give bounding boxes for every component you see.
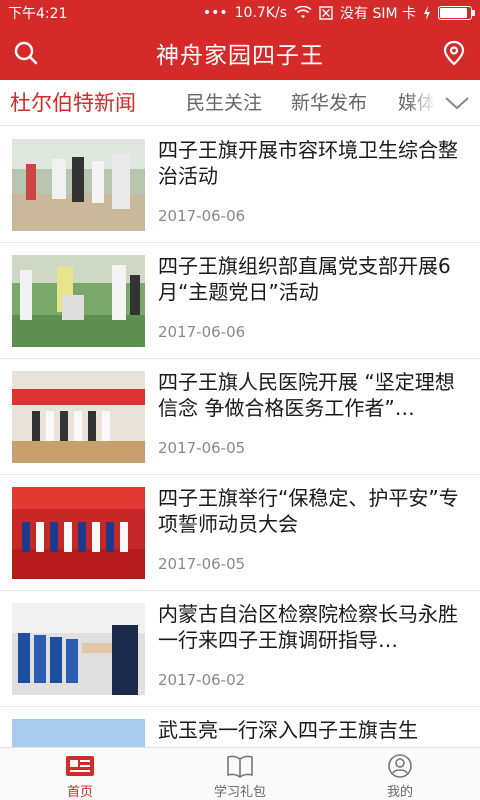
battery-level [440, 8, 467, 18]
location-pin-icon[interactable] [440, 39, 468, 67]
nav-profile[interactable]: 我的 [320, 748, 480, 800]
more-tabs-button[interactable] [434, 80, 480, 125]
news-date: 2017-06-05 [158, 439, 246, 457]
news-item[interactable]: 四子王旗组织部直属党支部开展6月“主题党日”活动 2017-06-06 [0, 243, 480, 359]
network-speed: 10.7K/s [234, 5, 287, 21]
nav-home[interactable]: 首页 [0, 748, 160, 800]
app-header: 神舟家园四子王 [0, 26, 480, 80]
user-icon [388, 754, 412, 778]
nav-label: 首页 [66, 785, 93, 800]
news-item[interactable]: 四子王旗人民医院开展 “坚定理想信念 争做合格医务工作者”… 2017-06-0… [0, 359, 480, 475]
wifi-icon [294, 6, 312, 18]
dots-icon: ••• [202, 5, 228, 21]
news-title: 四子王旗开展市容环境卫生综合整治活动 [158, 138, 458, 188]
battery-icon [438, 6, 475, 20]
news-thumbnail [12, 487, 145, 579]
search-icon[interactable] [12, 39, 40, 67]
news-date: 2017-06-06 [158, 323, 246, 341]
nav-label: 学习礼包 [213, 785, 266, 800]
tab-xinhua[interactable]: 新华发布 [291, 80, 367, 125]
news-thumbnail [12, 719, 145, 747]
news-title: 四子王旗组织部直属党支部开展6月“主题党日”活动 [158, 254, 451, 304]
tab-fade [406, 80, 436, 125]
news-date: 2017-06-05 [158, 555, 246, 573]
news-thumbnail [12, 139, 145, 231]
news-date: 2017-06-02 [158, 671, 246, 689]
news-title: 武玉亮一行深入四子王旗吉生 [158, 718, 418, 742]
tab-durbert-news[interactable]: 杜尔伯特新闻 [10, 80, 136, 125]
chevron-down-icon [445, 97, 469, 110]
news-date: 2017-06-06 [158, 207, 246, 225]
bottom-navigation: 首页 学习礼包 我的 [0, 747, 480, 800]
nav-study-package[interactable]: 学习礼包 [160, 748, 320, 800]
news-list: 四子王旗开展市容环境卫生综合整治活动 2017-06-06 四子王旗组织部直属党… [0, 127, 480, 747]
news-title: 四子王旗举行“保稳定、护平安”专项誓师动员大会 [158, 486, 459, 536]
newspaper-icon [66, 756, 94, 776]
news-title: 内蒙古自治区检察院检察长马永胜一行来四子王旗调研指导… [158, 602, 458, 652]
status-time: 下午4:21 [8, 6, 68, 22]
news-item[interactable]: 四子王旗开展市容环境卫生综合整治活动 2017-06-06 [0, 127, 480, 243]
category-tabs: 杜尔伯特新闻 民生关注 新华发布 媒体 [0, 80, 480, 126]
status-indicators: ••• 10.7K/s 没有 SIM 卡 [202, 3, 475, 23]
nav-label: 我的 [386, 785, 413, 800]
news-item[interactable]: 四子王旗举行“保稳定、护平安”专项誓师动员大会 2017-06-05 [0, 475, 480, 591]
page-title: 神舟家园四子王 [156, 43, 324, 69]
news-item[interactable]: 内蒙古自治区检察院检察长马永胜一行来四子王旗调研指导… 2017-06-02 [0, 591, 480, 707]
status-bar: 下午4:21 ••• 10.7K/s 没有 SIM 卡 [0, 0, 480, 26]
news-title: 四子王旗人民医院开展 “坚定理想信念 争做合格医务工作者”… [158, 370, 455, 420]
book-icon [227, 755, 253, 778]
no-sim-text: 没有 SIM 卡 [340, 6, 416, 22]
news-thumbnail [12, 255, 145, 347]
news-thumbnail [12, 371, 145, 463]
tab-livelihood[interactable]: 民生关注 [186, 80, 262, 125]
news-thumbnail [12, 603, 145, 695]
charging-icon [424, 6, 430, 20]
sim-card-icon [319, 6, 333, 20]
news-item[interactable]: 武玉亮一行深入四子王旗吉生 [0, 707, 480, 747]
